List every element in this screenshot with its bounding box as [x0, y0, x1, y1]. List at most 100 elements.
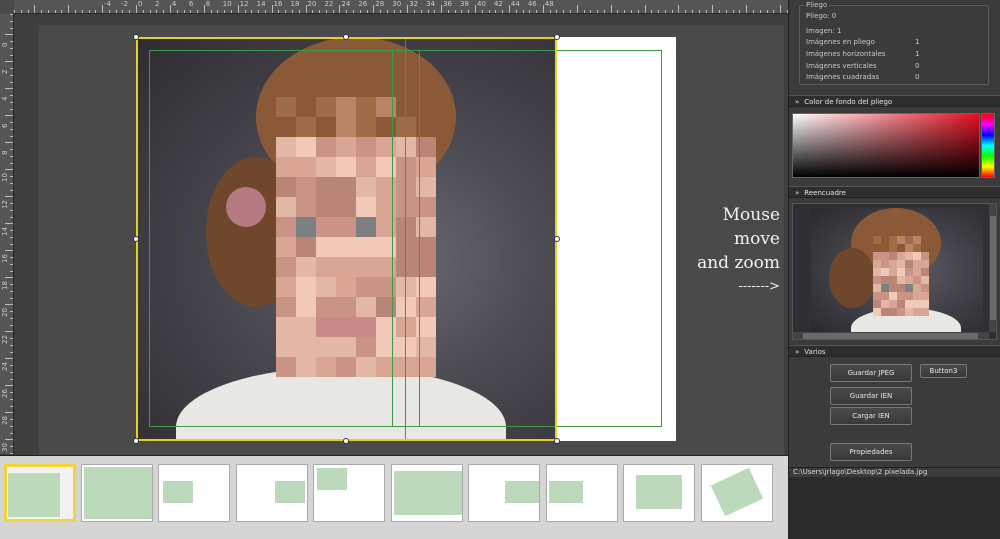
- pliego-row-value: 0: [915, 62, 920, 70]
- resize-handle-e[interactable]: [554, 236, 560, 242]
- reencuadre-preview[interactable]: [792, 203, 997, 340]
- layout-thumb[interactable]: [313, 464, 385, 522]
- guardar-ien-button[interactable]: Guardar IEN: [830, 387, 912, 405]
- ruler-left-label: 28: [1, 416, 9, 425]
- layout-thumb[interactable]: [236, 464, 308, 522]
- ruler-top-label: 12: [239, 0, 249, 8]
- resize-handle-se[interactable]: [554, 438, 560, 444]
- ruler-left-label: 16: [1, 254, 9, 263]
- pliego-row-label: Imagen: 1: [806, 27, 842, 35]
- ruler-left-label: 10: [1, 173, 9, 182]
- layout-thumb[interactable]: [158, 464, 230, 522]
- chevron-down-icon: »: [795, 348, 800, 356]
- pliego-row-label: Imágenes horizontales: [806, 50, 886, 58]
- ruler-top-label: 4: [171, 0, 177, 8]
- section-reencuadre-header[interactable]: » Reencuadre: [789, 186, 1000, 198]
- pliego-row-label: Imágenes en pliego: [806, 38, 875, 46]
- ruler-left-label: 4: [1, 96, 9, 101]
- pliego-row-value: 1: [915, 50, 920, 58]
- propiedades-button[interactable]: Propiedades: [830, 443, 912, 461]
- button3[interactable]: Button3: [920, 364, 967, 378]
- cargar-ien-button[interactable]: Cargar IEN: [830, 407, 912, 425]
- layout-thumb[interactable]: [468, 464, 540, 522]
- annotation-line-2: and zoom: [697, 253, 780, 273]
- ruler-top-label: 16: [273, 0, 283, 8]
- ruler-top-label: -4: [104, 0, 112, 8]
- layout-thumb[interactable]: [4, 464, 76, 522]
- resize-handle-ne[interactable]: [554, 34, 560, 40]
- ruler-top-label: 6: [188, 0, 194, 8]
- pliego-row-value: 0: [915, 73, 920, 81]
- color-picker[interactable]: [792, 113, 980, 178]
- section-varios-title: Varios: [804, 348, 826, 356]
- ruler-top: -4 -2 0 2 4 6 8 10 12 14 16 18 20 22 24 26 28 30 32 34 36 38 4…: [0, 0, 788, 14]
- ruler-left-label: 20: [1, 308, 9, 317]
- preview-scrollbar-thumb[interactable]: [990, 216, 996, 320]
- chevron-down-icon: »: [795, 98, 800, 106]
- layout-thumb[interactable]: [546, 464, 618, 522]
- ruler-top-label: 32: [409, 0, 419, 8]
- ruler-left-label: 6: [1, 123, 9, 128]
- ruler-left-label: 18: [1, 281, 9, 290]
- ruler-top-label: 48: [544, 0, 554, 8]
- ruler-left: 0 2 4 6 8 10 12 14 16 18 20 22 24 26 28 30: [0, 14, 14, 454]
- ruler-corner: [0, 0, 14, 14]
- section-reencuadre-title: Reencuadre: [804, 189, 846, 197]
- preview-scrollbar-hthumb[interactable]: [803, 333, 978, 339]
- ruler-top-label: 42: [493, 0, 503, 8]
- ruler-top-label: 2: [154, 0, 160, 8]
- ruler-top-label: 38: [460, 0, 469, 8]
- file-path: C:\Users\jrlago\Desktop\2 pixelada.jpg: [789, 467, 1000, 477]
- section-varios-header[interactable]: » Varios: [789, 345, 1000, 357]
- panel-bottom-area: [789, 477, 1000, 539]
- layout-thumb[interactable]: [701, 464, 773, 522]
- guardar-jpeg-button[interactable]: Guardar JPEG: [830, 364, 912, 382]
- resize-handle-nw[interactable]: [133, 34, 139, 40]
- ruler-left-label: 22: [1, 335, 9, 344]
- ruler-left-label: 26: [1, 389, 9, 398]
- ruler-top-label: 20: [307, 0, 317, 8]
- ruler-top-label: -2: [121, 0, 129, 8]
- pliego-row-label: Imágenes verticales: [806, 62, 877, 70]
- resize-handle-n[interactable]: [343, 34, 349, 40]
- ruler-top-label: 44: [510, 0, 520, 8]
- section-color-title: Color de fondo del pliego: [804, 98, 893, 106]
- ruler-top-label: 36: [443, 0, 453, 8]
- ruler-top-label: 10: [222, 0, 232, 8]
- properties-panel: Pliego Pliego: 0 Imagen: 1 Imágenes en p…: [788, 0, 1000, 539]
- hue-slider[interactable]: [981, 113, 995, 178]
- layout-thumb[interactable]: [391, 464, 463, 522]
- resize-handle-w[interactable]: [133, 236, 139, 242]
- pliego-group-title: Pliego: [804, 1, 830, 9]
- ruler-left-label: 12: [1, 200, 9, 209]
- ruler-left-label: 30: [1, 443, 9, 452]
- preview-photo: [811, 208, 983, 332]
- ruler-top-label: 34: [426, 0, 436, 8]
- ruler-left-label: 8: [1, 150, 9, 155]
- ruler-top-label: 40: [477, 0, 486, 8]
- resize-handle-s[interactable]: [343, 438, 349, 444]
- annotation-arrow: ------->: [738, 279, 780, 294]
- ruler-top-label: 26: [358, 0, 368, 8]
- selection-frame[interactable]: [136, 37, 557, 441]
- ruler-top-label: 8: [205, 0, 211, 8]
- layout-thumb[interactable]: [81, 464, 153, 522]
- layout-thumb[interactable]: [623, 464, 695, 522]
- resize-handle-sw[interactable]: [133, 438, 139, 444]
- ruler-top-label: 46: [527, 0, 537, 8]
- annotation-text: Mouse move and zoom ------->: [680, 203, 780, 299]
- ruler-left-label: 14: [1, 227, 9, 236]
- ruler-top-label: 0: [138, 0, 143, 8]
- pliego-row-label: Imágenes cuadradas: [806, 73, 880, 81]
- pliego-row-value: 1: [915, 38, 920, 46]
- ruler-top-label: 28: [375, 0, 385, 8]
- layout-filmstrip: [0, 455, 788, 539]
- ruler-top-label: 18: [290, 0, 300, 8]
- annotation-line-1: Mouse move: [722, 205, 780, 249]
- ruler-top-label: 24: [341, 0, 351, 8]
- pliego-row-label: Pliego: 0: [806, 12, 837, 20]
- pliego-group: Pliego Pliego: 0 Imagen: 1 Imágenes en p…: [799, 1, 989, 85]
- ruler-left-label: 0: [1, 42, 9, 47]
- ruler-top-label: 30: [392, 0, 402, 8]
- section-color-header[interactable]: » Color de fondo del pliego: [789, 95, 1000, 107]
